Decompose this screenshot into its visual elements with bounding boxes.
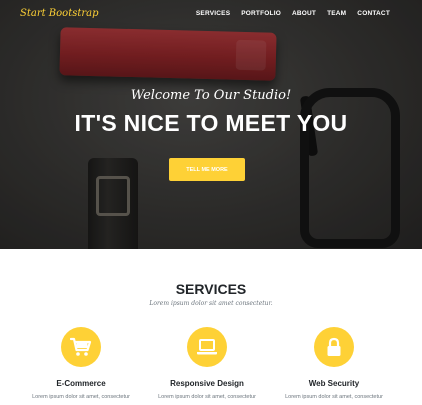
navbar: Start Bootstrap SERVICES PORTFOLIO ABOUT… bbox=[0, 0, 422, 28]
nav-link-services[interactable]: SERVICES bbox=[196, 10, 230, 17]
lock-icon bbox=[314, 327, 354, 367]
intro-heading: IT'S NICE TO MEET YOU bbox=[74, 110, 348, 136]
nav-link-portfolio[interactable]: PORTFOLIO bbox=[241, 10, 281, 17]
tell-me-more-button[interactable]: TELL ME MORE bbox=[169, 158, 245, 181]
brand-logo[interactable]: Start Bootstrap bbox=[20, 8, 99, 19]
service-web-security: Web Security Lorem ipsum dolor sit amet,… bbox=[274, 327, 394, 400]
shopping-cart-icon bbox=[61, 327, 101, 367]
service-title: E-Commerce bbox=[56, 379, 106, 388]
service-text: Lorem ipsum dolor sit amet, consectetur bbox=[158, 394, 256, 400]
service-ecommerce: E-Commerce Lorem ipsum dolor sit amet, c… bbox=[21, 327, 141, 400]
services-section: SERVICES Lorem ipsum dolor sit amet cons… bbox=[0, 249, 422, 405]
intro-lead: Welcome To Our Studio! bbox=[130, 88, 292, 103]
services-subheading: Lorem ipsum dolor sit amet consectetur. bbox=[149, 300, 273, 307]
service-responsive-design: Responsive Design Lorem ipsum dolor sit … bbox=[147, 327, 267, 400]
nav-links: SERVICES PORTFOLIO ABOUT TEAM CONTACT bbox=[196, 10, 390, 17]
nav-link-about[interactable]: ABOUT bbox=[292, 10, 316, 17]
nav-link-contact[interactable]: CONTACT bbox=[357, 10, 390, 17]
laptop-icon bbox=[187, 327, 227, 367]
services-heading: SERVICES bbox=[175, 281, 247, 297]
masthead: Start Bootstrap SERVICES PORTFOLIO ABOUT… bbox=[0, 0, 422, 249]
service-text: Lorem ipsum dolor sit amet, consectetur bbox=[285, 394, 383, 400]
service-title: Web Security bbox=[308, 379, 360, 388]
nav-link-team[interactable]: TEAM bbox=[327, 10, 346, 17]
service-title: Responsive Design bbox=[170, 379, 244, 388]
service-text: Lorem ipsum dolor sit amet, consectetur bbox=[32, 394, 130, 400]
